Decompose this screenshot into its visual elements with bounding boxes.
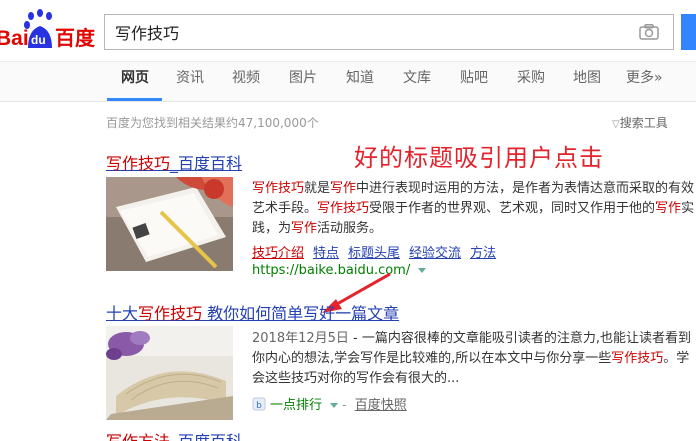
tab-more[interactable]: 更多» xyxy=(626,69,663,95)
search-input[interactable] xyxy=(115,15,615,49)
filter-icon: ▽ xyxy=(612,119,620,130)
source-dropdown-icon[interactable] xyxy=(330,403,339,408)
camera-icon[interactable] xyxy=(639,24,659,40)
abstract-highlight: 写作 xyxy=(330,181,357,196)
search-button[interactable] xyxy=(681,14,696,50)
tab-web[interactable]: 网页 xyxy=(121,69,149,95)
result-1-sublinks: 技巧介绍 特点 标题头尾 经验交流 方法 xyxy=(252,242,505,261)
tab-tieba[interactable]: 贴吧 xyxy=(460,69,488,95)
logo-text-cn: 百度 xyxy=(55,26,96,50)
abstract-text: 受限于作者的世界观、艺术观，同时又作用于他的 xyxy=(369,201,656,216)
header: Bai du 百度 xyxy=(0,0,696,62)
logo-text-du: du xyxy=(31,33,46,47)
sublink-2[interactable]: 特点 xyxy=(313,246,339,261)
search-tools-label: 搜索工具 xyxy=(619,116,668,130)
sublink-5[interactable]: 方法 xyxy=(470,246,496,261)
result-1-title-rest: _百度百科 xyxy=(170,154,243,173)
result-2-snapshot-link[interactable]: 百度快照 xyxy=(355,398,407,413)
url-dropdown-icon[interactable] xyxy=(418,268,427,273)
result-1-thumbnail[interactable] xyxy=(106,177,233,271)
result-1-title[interactable]: 写作技巧_百度百科 xyxy=(106,150,242,174)
sublink-1[interactable]: 技巧介绍 xyxy=(252,246,304,261)
abstract-highlight: 写作技巧 xyxy=(611,351,664,366)
abstract-text: 活动服务。 xyxy=(317,221,383,236)
tab-purchase[interactable]: 采购 xyxy=(517,69,545,95)
result-3-title-rest: _百度百科 xyxy=(170,432,242,441)
logo-text-bai: Bai xyxy=(0,27,29,50)
abstract-highlight: 写作技巧 xyxy=(252,181,305,196)
search-tools-button[interactable]: ▽搜索工具 xyxy=(612,114,668,131)
result-2-date: 2018年12月5日 xyxy=(252,331,349,346)
result-2-meta: b 一点排行 - 百度快照 xyxy=(252,394,407,413)
active-tab-indicator xyxy=(107,98,162,101)
separator: - xyxy=(342,398,347,413)
abstract-text: 就是 xyxy=(304,181,331,196)
result-2-title-rest: 教你如何简单写好一篇文章 xyxy=(202,304,400,323)
search-box xyxy=(104,14,674,50)
abstract-highlight: 写作 xyxy=(291,221,318,236)
result-3-title-highlight: 写作方法 xyxy=(106,432,170,441)
result-1-url[interactable]: https://baike.baidu.com/ xyxy=(252,263,427,278)
result-2-title-pre: 十大 xyxy=(106,304,139,323)
baidu-logo[interactable]: Bai du 百度 xyxy=(0,8,100,56)
result-1-url-text: https://baike.baidu.com/ xyxy=(252,263,411,278)
result-2-source[interactable]: 一点排行 xyxy=(270,398,322,413)
tab-images[interactable]: 图片 xyxy=(289,69,317,95)
tab-news[interactable]: 资讯 xyxy=(176,69,204,95)
tab-video[interactable]: 视频 xyxy=(232,69,260,95)
sublink-3[interactable]: 标题头尾 xyxy=(348,246,400,261)
sublink-4[interactable]: 经验交流 xyxy=(409,246,461,261)
result-2-thumbnail[interactable] xyxy=(106,326,233,420)
tab-bar: 网页 资讯 视频 图片 知道 文库 贴吧 采购 地图 更多» xyxy=(0,62,696,102)
result-count: 百度为您找到相关结果约47,100,000个 xyxy=(106,116,319,130)
result-2-title-highlight: 写作技巧 xyxy=(138,304,203,323)
tab-zhidao[interactable]: 知道 xyxy=(346,69,374,95)
result-1-abstract: 写作技巧就是写作中进行表现时运用的方法，是作者为表情达意而采取的有效艺术手段。写… xyxy=(252,179,696,239)
abstract-highlight: 写作技巧 xyxy=(317,201,370,216)
result-3-title[interactable]: 写作方法_百度百科 xyxy=(106,428,242,441)
result-2-title[interactable]: 十大写作技巧 教你如何简单写好一篇文章 xyxy=(106,300,399,324)
tab-map[interactable]: 地图 xyxy=(573,69,601,95)
abstract-highlight: 写作 xyxy=(655,201,682,216)
svg-text:b: b xyxy=(256,401,262,411)
tab-wenku[interactable]: 文库 xyxy=(403,69,431,95)
site-favicon-icon: b xyxy=(252,397,266,411)
result-2-abstract: 2018年12月5日 - 一篇内容很棒的文章能吸引读者的注意力,也能让读者看到你… xyxy=(252,329,696,389)
annotation-text: 好的标题吸引用户点击 xyxy=(354,144,604,172)
result-1-title-highlight: 写作技巧 xyxy=(106,154,171,173)
